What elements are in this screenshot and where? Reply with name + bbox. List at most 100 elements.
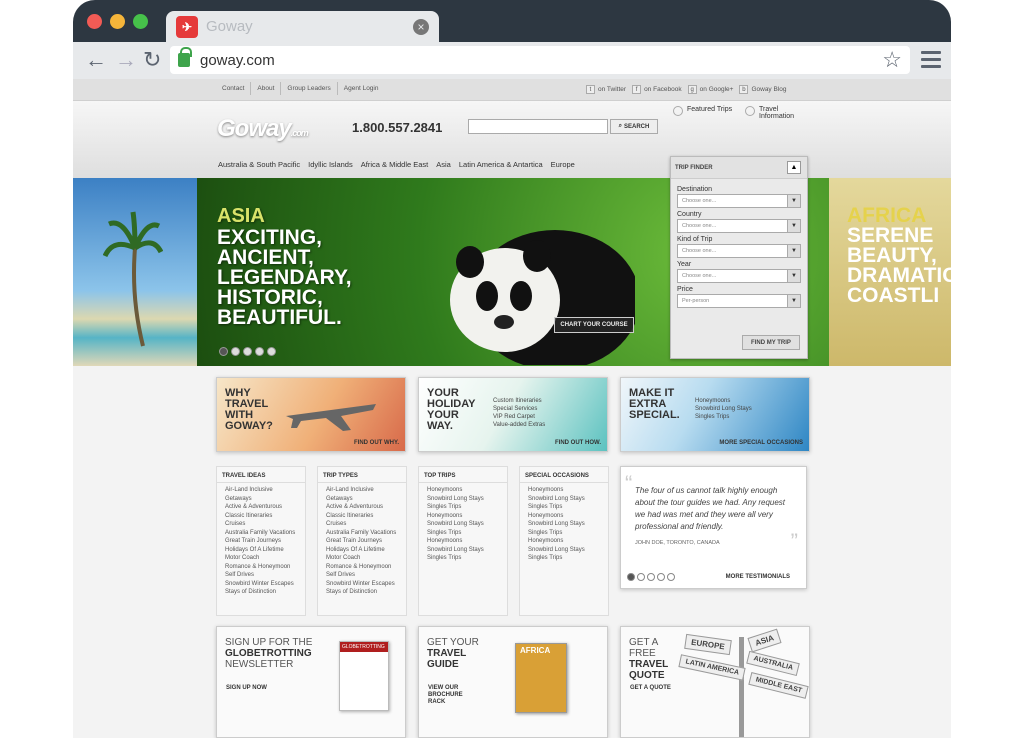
list-item[interactable]: Australia Family Vacations [225, 529, 297, 538]
list-item[interactable]: Holidays Of A Lifetime [326, 546, 398, 555]
more-special-occasions-link[interactable]: MORE SPECIAL OCCASIONS [719, 440, 803, 446]
list-item[interactable]: Snowbird Long Stays [528, 546, 600, 555]
travel-information-link[interactable]: Travel Information [745, 106, 805, 120]
forward-arrow-icon[interactable]: → [115, 48, 137, 72]
more-testimonials-link[interactable]: MORE TESTIMONIALS [726, 574, 790, 580]
goway-logo[interactable]: Goway.com [217, 115, 309, 143]
list-item[interactable]: Snowbird Long Stays [427, 495, 499, 504]
nav-islands[interactable]: Idyllic Islands [308, 160, 353, 169]
list-item[interactable]: Cruises [326, 520, 398, 529]
newsletter-card[interactable]: SIGN UP FOR THE GLOBETROTTING NEWSLETTER S… [216, 626, 406, 738]
featured-trips-link[interactable]: Featured Trips [673, 106, 733, 116]
list-item[interactable]: Snowbird Winter Escapes [326, 580, 398, 589]
list-item[interactable]: Snowbird Long Stays [427, 520, 499, 529]
find-out-how-link[interactable]: FIND OUT HOW. [555, 440, 601, 446]
list-item[interactable]: Australia Family Vacations [326, 529, 398, 538]
travel-guide-card[interactable]: GET YOUR TRAVEL GUIDE VIEW OUR BROCHURE RA… [418, 626, 608, 738]
google-plus-link[interactable]: g on Google+ [687, 82, 733, 97]
list-item[interactable]: Singles Trips [427, 529, 499, 538]
view-brochure-rack-link[interactable]: VIEW OUR BROCHURE RACK [428, 685, 468, 706]
browser-menu-icon[interactable] [921, 51, 941, 68]
list-item[interactable]: Snowbird Long Stays [528, 520, 600, 529]
nav-asia[interactable]: Asia [436, 160, 451, 169]
list-item[interactable]: Romance & Honeymoon [225, 563, 297, 572]
beach-slide-image[interactable] [73, 178, 197, 366]
back-arrow-icon[interactable]: ← [85, 48, 107, 72]
get-a-quote-link[interactable]: GET A QUOTE [630, 685, 671, 691]
nav-europe[interactable]: Europe [551, 160, 575, 169]
why-goway-promo[interactable]: WHY TRAVEL WITH GOWAY? FIND OUT WHY. [216, 377, 406, 452]
list-item[interactable]: Singles Trips [427, 503, 499, 512]
list-item[interactable]: Classic Itineraries [326, 512, 398, 521]
testimonial-dot[interactable] [627, 573, 635, 581]
sign-up-now-link[interactable]: SIGN UP NOW [226, 685, 267, 691]
list-item[interactable]: Holidays Of A Lifetime [225, 546, 297, 555]
list-item[interactable]: Honeymoons [528, 486, 600, 495]
list-item[interactable]: Stays of Distinction [225, 588, 297, 597]
country-select[interactable]: Choose one... ▼ [677, 219, 801, 233]
blog-link[interactable]: b Goway Blog [739, 82, 787, 97]
list-item[interactable]: Air-Land Inclusive Getaways [326, 486, 398, 503]
list-item[interactable]: Cruises [225, 520, 297, 529]
extra-special-promo[interactable]: MAKE IT EXTRA SPECIAL. Honeymoons Snowbir… [620, 377, 810, 452]
list-item[interactable]: Singles Trips [528, 503, 600, 512]
destination-select[interactable]: Choose one... ▼ [677, 194, 801, 208]
list-item[interactable]: Motor Coach [326, 554, 398, 563]
testimonial-dot[interactable] [657, 573, 665, 581]
price-select[interactable]: Per-person ▼ [677, 294, 801, 308]
list-item[interactable]: Honeymoons [528, 537, 600, 546]
search-input[interactable] [468, 119, 608, 134]
list-item[interactable]: Honeymoons [427, 537, 499, 546]
carousel-dot[interactable] [231, 347, 240, 356]
list-item[interactable]: Self Drives [225, 571, 297, 580]
year-select[interactable]: Choose one... ▼ [677, 269, 801, 283]
list-item[interactable]: Classic Itineraries [225, 512, 297, 521]
testimonial-dot[interactable] [637, 573, 645, 581]
holiday-your-way-promo[interactable]: YOUR HOLIDAY YOUR WAY. Custom Itinerarie… [418, 377, 608, 452]
close-window-button[interactable] [87, 14, 102, 29]
list-item[interactable]: Honeymoons [427, 486, 499, 495]
list-item[interactable]: Singles Trips [528, 529, 600, 538]
chart-your-course-button[interactable]: CHART YOUR COURSE [554, 317, 634, 333]
minimize-window-button[interactable] [110, 14, 125, 29]
tab-close-icon[interactable]: × [413, 18, 429, 35]
testimonial-dot[interactable] [667, 573, 675, 581]
list-item[interactable]: Snowbird Winter Escapes [225, 580, 297, 589]
nav-australia[interactable]: Australia & South Pacific [218, 160, 300, 169]
find-out-why-link[interactable]: FIND OUT WHY. [354, 440, 399, 446]
maximize-window-button[interactable] [133, 14, 148, 29]
twitter-link[interactable]: t on Twitter [586, 82, 626, 97]
link-contact[interactable]: Contact [216, 82, 252, 95]
list-item[interactable]: Great Train Journeys [225, 537, 297, 546]
list-item[interactable]: Active & Adventurous [326, 503, 398, 512]
list-item[interactable]: Motor Coach [225, 554, 297, 563]
bookmark-star-icon[interactable]: ☆ [882, 47, 902, 73]
testimonial-dot[interactable] [647, 573, 655, 581]
address-bar[interactable]: goway.com ☆ [170, 46, 910, 74]
reload-icon[interactable]: ↻ [143, 48, 161, 72]
carousel-dot[interactable] [267, 347, 276, 356]
africa-slide[interactable]: AFRICA SERENE BEAUTY, DRAMATIC COASTLI [829, 178, 951, 366]
find-my-trip-button[interactable]: FIND MY TRIP [742, 335, 800, 350]
facebook-link[interactable]: f on Facebook [632, 82, 682, 97]
list-item[interactable]: Stays of Distinction [326, 588, 398, 597]
list-item[interactable]: Active & Adventurous [225, 503, 297, 512]
carousel-dot[interactable] [219, 347, 228, 356]
collapse-arrow-icon[interactable]: ▲ [787, 161, 801, 174]
list-item[interactable]: Air-Land Inclusive Getaways [225, 486, 297, 503]
list-item[interactable]: Honeymoons [427, 512, 499, 521]
link-about[interactable]: About [251, 82, 282, 95]
list-item[interactable]: Great Train Journeys [326, 537, 398, 546]
nav-africa[interactable]: Africa & Middle East [361, 160, 429, 169]
browser-tab[interactable]: ✈ Goway × [166, 11, 439, 42]
search-button[interactable]: ⌕ SEARCH [610, 119, 658, 134]
travel-quote-card[interactable]: GET A FREE TRAVEL QUOTE GET A QUOTE EUROPE… [620, 626, 810, 738]
list-item[interactable]: Singles Trips [528, 554, 600, 563]
list-item[interactable]: Romance & Honeymoon [326, 563, 398, 572]
list-item[interactable]: Snowbird Long Stays [427, 546, 499, 555]
carousel-dot[interactable] [255, 347, 264, 356]
link-agent-login[interactable]: Agent Login [338, 82, 385, 95]
link-group-leaders[interactable]: Group Leaders [281, 82, 338, 95]
list-item[interactable]: Snowbird Long Stays [528, 495, 600, 504]
carousel-dot[interactable] [243, 347, 252, 356]
